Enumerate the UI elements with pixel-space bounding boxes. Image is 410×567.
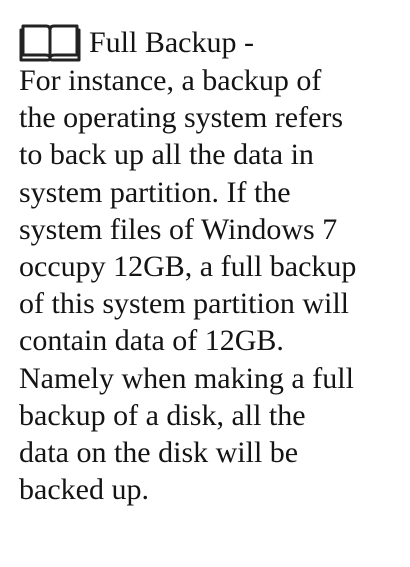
definition-line: system files of Windows 7 (19, 212, 338, 246)
definition-line: of this system partition will (19, 287, 349, 321)
definition-line: backed up. (19, 473, 149, 507)
definition-line: For instance, a backup of (19, 64, 322, 97)
definition-line: contain data of 12GB. (19, 324, 284, 358)
entry-title-row: Full Backup - (19, 18, 406, 62)
definition-line: the operating system refers (19, 101, 344, 135)
definition-line: Namely when making a full (19, 361, 354, 395)
definition-line: data on the disk will be (19, 436, 299, 470)
definition-line: to back up all the data in (19, 138, 314, 172)
definition-card: Full Backup - For instance, a backup of … (0, 0, 410, 567)
definition-line: backup of a disk, all the (19, 398, 306, 432)
definition-line: system partition. If the (19, 175, 291, 209)
open-book-icon (19, 22, 81, 62)
entry-title: Full Backup - (89, 26, 254, 59)
definition-line: occupy 12GB, a full backup (19, 250, 357, 284)
entry-definition: For instance, a backup of the operating … (19, 62, 406, 508)
